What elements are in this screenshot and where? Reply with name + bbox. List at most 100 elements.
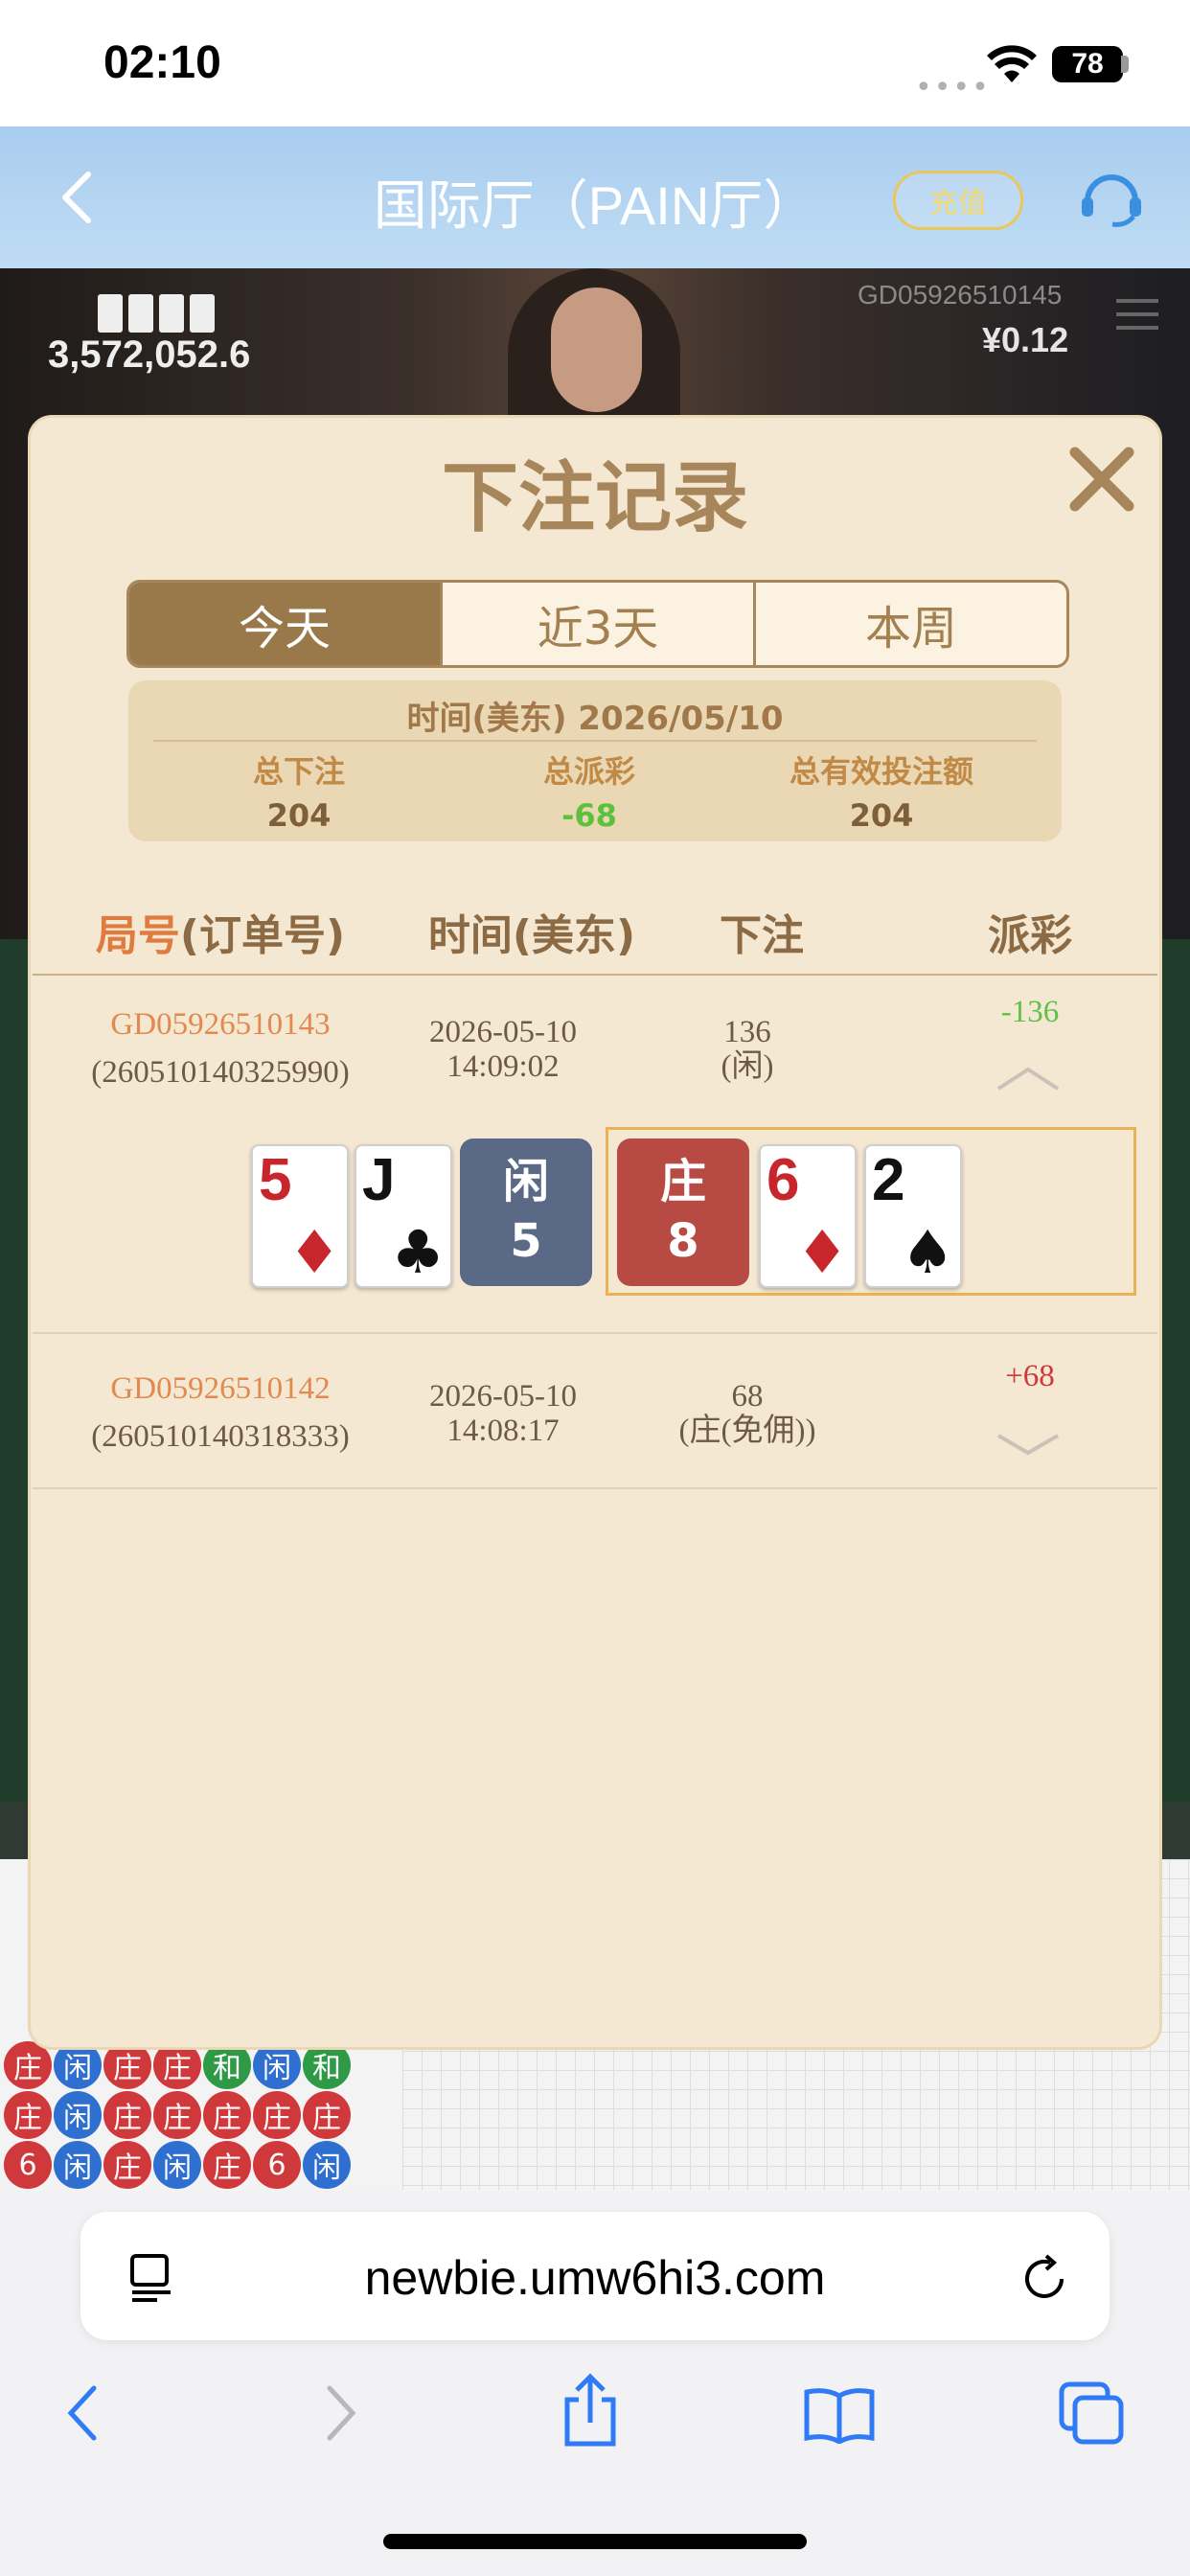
- player-card-2: J ♣: [355, 1144, 452, 1288]
- banker-card-2: 2 ♠: [864, 1144, 962, 1288]
- player-score-box: 闲 5: [460, 1138, 592, 1286]
- collapse-chevron-icon[interactable]: [995, 1064, 1062, 1092]
- banker-label: 庄: [659, 1155, 706, 1208]
- tabs-icon[interactable]: [1058, 2380, 1127, 2448]
- road-bead: 庄: [203, 2141, 251, 2189]
- column-header-round-main: 局号: [95, 911, 180, 960]
- row-divider: [33, 1332, 1157, 1334]
- column-header-round: 局号(订单号): [86, 901, 355, 962]
- road-bead: 闲: [54, 2141, 102, 2189]
- road-bead: 庄: [103, 2141, 151, 2189]
- battery-cap: [1121, 56, 1129, 73]
- row2-date: 2026-05-10: [429, 1379, 577, 1414]
- banker-score: 8: [667, 1214, 699, 1268]
- spade-suit-icon: ♠: [901, 1217, 954, 1287]
- browser-forward-icon[interactable]: [320, 2382, 362, 2444]
- summary-date: 时间(美东) 2026/05/10: [406, 700, 784, 738]
- reload-icon[interactable]: [1018, 2252, 1071, 2306]
- road-bead: 庄: [103, 2041, 151, 2089]
- diamond-suit-icon: ♦: [795, 1217, 849, 1287]
- row2-order-id: (260510140318333): [91, 1419, 350, 1454]
- wifi-icon: [987, 45, 1037, 82]
- road-bead: 和: [203, 2041, 251, 2089]
- column-header-time: 时间(美东): [427, 911, 636, 960]
- summary-total-bet-label: 总下注: [252, 753, 345, 790]
- club-suit-icon: ♣: [391, 1217, 445, 1287]
- road-bead: 庄: [153, 2041, 201, 2089]
- player-score: 5: [510, 1214, 542, 1268]
- row1-bet-amount: 136: [723, 1015, 771, 1049]
- url-text[interactable]: newbie.umw6hi3.com: [80, 2250, 1110, 2306]
- close-icon[interactable]: [1065, 443, 1138, 516]
- road-bead: 庄: [303, 2091, 351, 2139]
- mini-cards-icon: [98, 294, 215, 333]
- recharge-button[interactable]: 充值: [893, 171, 1023, 230]
- tab-last-3-days[interactable]: 近3天: [443, 583, 756, 665]
- home-indicator: [383, 2534, 807, 2549]
- diamond-suit-icon: ♦: [287, 1217, 341, 1287]
- status-time: 02:10: [103, 37, 221, 88]
- row1-bet-type: (闲): [721, 1049, 774, 1084]
- player-card-2-rank: J: [362, 1147, 396, 1213]
- road-bead: 闲: [253, 2041, 301, 2089]
- banker-card-1: 6 ♦: [759, 1144, 857, 1288]
- row1-time: 14:09:02: [446, 1049, 560, 1084]
- summary-total-bet: 总下注 204: [155, 748, 443, 834]
- banker-card-2-rank: 2: [872, 1147, 905, 1213]
- column-header-round-sub: (订单号): [179, 911, 346, 960]
- road-bead: 6: [4, 2141, 52, 2189]
- road-bead: 庄: [253, 2091, 301, 2139]
- row2-bet-type: (庄(免佣)): [678, 1414, 816, 1448]
- menu-icon[interactable]: [1116, 297, 1158, 332]
- expand-chevron-icon[interactable]: [995, 1430, 1062, 1459]
- road-bead: 闲: [54, 2091, 102, 2139]
- column-header-payout: 派彩: [988, 911, 1072, 960]
- summary-total-payout-value: -68: [561, 797, 617, 834]
- road-bead: 庄: [203, 2091, 251, 2139]
- customer-service-icon[interactable]: [1078, 169, 1145, 228]
- player-card-1-rank: 5: [259, 1147, 292, 1213]
- player-card-1: 5 ♦: [251, 1144, 349, 1288]
- column-header-bet: 下注: [720, 911, 804, 960]
- header-divider: [33, 974, 1157, 976]
- cellular-signal-icon: ••••: [915, 71, 991, 104]
- summary-total-payout-label: 总派彩: [542, 753, 635, 790]
- tab-this-week[interactable]: 本周: [756, 583, 1066, 665]
- row1-payout: -136: [1000, 995, 1060, 1029]
- summary-valid-bet-value: 204: [849, 797, 914, 834]
- bookmarks-icon[interactable]: [803, 2386, 876, 2444]
- summary-valid-bet-label: 总有效投注额: [789, 753, 973, 790]
- row1-date: 2026-05-10: [429, 1015, 577, 1049]
- road-bead: 6: [253, 2141, 301, 2189]
- road-bead: 庄: [4, 2041, 52, 2089]
- row1-round-id[interactable]: GD05926510143: [57, 1006, 383, 1043]
- share-icon[interactable]: [560, 2373, 621, 2450]
- row2-bet-amount: 68: [731, 1379, 764, 1414]
- road-bead: 庄: [4, 2091, 52, 2139]
- road-bead: 庄: [153, 2091, 201, 2139]
- current-round-id: GD05926510145: [858, 280, 1063, 310]
- road-bead: 闲: [303, 2141, 351, 2189]
- user-balance: ¥0.12: [982, 320, 1069, 359]
- banker-score-box: 庄 8: [617, 1138, 749, 1286]
- date-range-tabs: 今天 近3天 本周: [126, 580, 1069, 668]
- row2-time: 14:08:17: [446, 1414, 560, 1448]
- road-bead: 闲: [54, 2041, 102, 2089]
- row2-round-id[interactable]: GD05926510142: [57, 1370, 383, 1407]
- dealer-face: [551, 288, 642, 412]
- road-bead: 和: [303, 2041, 351, 2089]
- battery-icon: 78: [1052, 46, 1123, 82]
- road-bead: 庄: [103, 2091, 151, 2139]
- tab-today[interactable]: 今天: [129, 583, 443, 665]
- summary-valid-bet: 总有效投注额 204: [738, 748, 1025, 834]
- browser-back-icon[interactable]: [61, 2382, 103, 2444]
- modal-title: 下注记录: [442, 453, 748, 542]
- road-bead: 闲: [153, 2141, 201, 2189]
- summary-total-payout: 总派彩 -68: [446, 748, 733, 834]
- summary-total-bet-value: 204: [266, 797, 332, 834]
- banker-card-1-rank: 6: [767, 1147, 800, 1213]
- summary-divider: [153, 740, 1037, 742]
- row2-payout: +68: [1005, 1359, 1055, 1393]
- table-total-amount: 3,572,052.6: [48, 334, 251, 376]
- row-divider: [33, 1487, 1157, 1489]
